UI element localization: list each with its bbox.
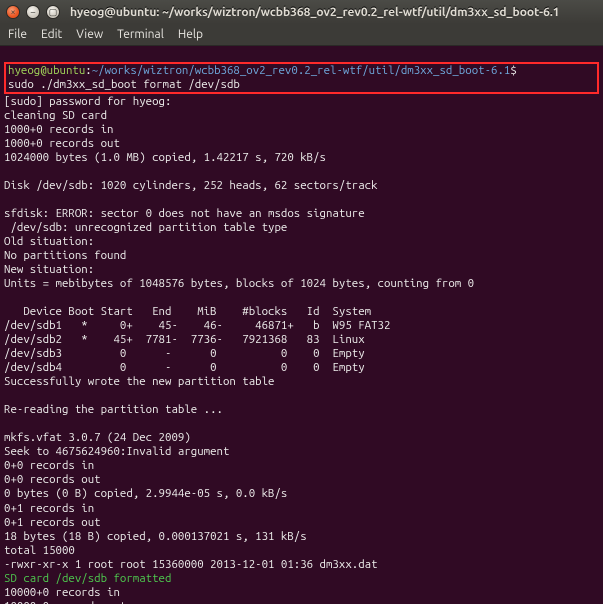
output-line: Units = mebibytes of 1048576 bytes, bloc… (4, 277, 474, 290)
output-line: sfdisk: ERROR: sector 0 does not have an… (4, 207, 365, 220)
menubar: File Edit View Terminal Help (0, 24, 603, 46)
output-line: Disk /dev/sdb: 1020 cylinders, 252 heads… (4, 179, 378, 192)
output-line: /dev/sdb3 0 - 0 0 0 Empty (4, 347, 365, 360)
output-line: cleaning SD card (4, 109, 107, 122)
output-line: 0+0 records out (4, 473, 101, 486)
output-line: /dev/sdb2 * 45+ 7781- 7736- 7921368 83 L… (4, 333, 365, 346)
output-line: 10000+0 records in (4, 586, 120, 599)
minimize-icon[interactable]: – (26, 5, 40, 19)
maximize-icon[interactable]: ▢ (46, 5, 60, 19)
prompt-dollar: $ (510, 64, 516, 77)
output-line: 1000+0 records in (4, 123, 113, 136)
prompt-path: ~/works/wiztron/wcbb368_ov2_rev0.2_rel-w… (92, 64, 511, 77)
output-line-success: SD card /dev/sdb formatted (4, 572, 171, 585)
output-line: New situation: (4, 263, 94, 276)
output-line: -rwxr-xr-x 1 root root 15360000 2013-12-… (4, 558, 378, 571)
output-line: 1024000 bytes (1.0 MB) copied, 1.42217 s… (4, 151, 326, 164)
output-line: 0 bytes (0 B) copied, 2.9944e-05 s, 0.0 … (4, 487, 287, 500)
window-controls: × – ▢ (6, 5, 60, 19)
menu-help[interactable]: Help (178, 28, 203, 41)
output-line: mkfs.vfat 3.0.7 (24 Dec 2009) (4, 431, 191, 444)
output-line: Successfully wrote the new partition tab… (4, 375, 274, 388)
output-line: 0+0 records in (4, 459, 94, 472)
menu-file[interactable]: File (8, 28, 27, 41)
menu-edit[interactable]: Edit (41, 28, 62, 41)
close-icon[interactable]: × (6, 5, 20, 19)
prompt-user-host: hyeog@ubuntu (8, 64, 85, 77)
output-line: 10000+0 records out (4, 600, 126, 604)
window-titlebar: × – ▢ hyeog@ubuntu: ~/works/wiztron/wcbb… (0, 0, 603, 24)
output-line: Old situation: (4, 235, 94, 248)
terminal-area[interactable]: hyeog@ubuntu:~/works/wiztron/wcbb368_ov2… (0, 46, 603, 604)
output-line: 0+1 records out (4, 516, 101, 529)
highlight-box: hyeog@ubuntu:~/works/wiztron/wcbb368_ov2… (4, 62, 599, 94)
output-line: /dev/sdb: unrecognized partition table t… (4, 221, 287, 234)
output-line: /dev/sdb1 * 0+ 45- 46- 46871+ b W95 FAT3… (4, 319, 390, 332)
output-line: 1000+0 records out (4, 137, 120, 150)
output-line: 0+1 records in (4, 502, 94, 515)
output-line: 18 bytes (18 B) copied, 0.000137021 s, 1… (4, 530, 307, 543)
output-line: [sudo] password for hyeog: (4, 95, 178, 108)
output-line: Seek to 4675624960:Invalid argument (4, 445, 229, 458)
menu-terminal[interactable]: Terminal (117, 28, 164, 41)
command-line: sudo ./dm3xx_sd_boot format /dev/sdb (8, 78, 240, 91)
window-title: hyeog@ubuntu: ~/works/wiztron/wcbb368_ov… (70, 6, 560, 19)
output-line: No partitions found (4, 249, 126, 262)
output-line: Re-reading the partition table ... (4, 403, 223, 416)
menu-view[interactable]: View (76, 28, 103, 41)
output-line: Device Boot Start End MiB #blocks Id Sys… (4, 305, 371, 318)
output-line: /dev/sdb4 0 - 0 0 0 Empty (4, 361, 365, 374)
output-line: total 15000 (4, 544, 75, 557)
